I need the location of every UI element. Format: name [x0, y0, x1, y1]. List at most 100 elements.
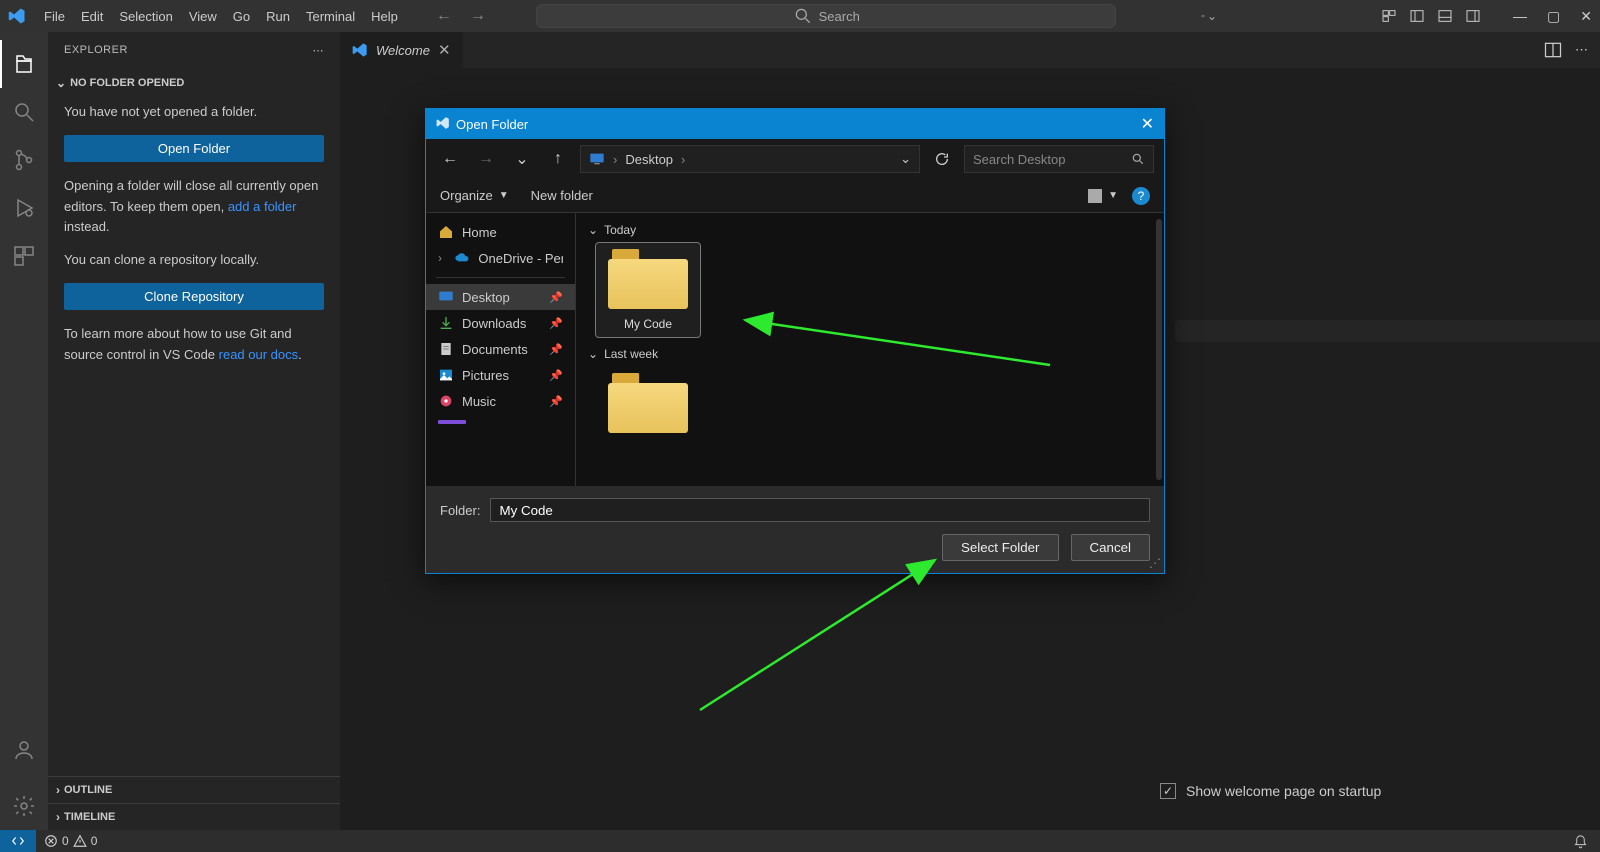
dlg-forward-icon[interactable]: →: [472, 145, 500, 173]
activity-settings[interactable]: [0, 782, 48, 830]
chevron-down-icon: ⌄: [588, 223, 598, 237]
tree-pictures[interactable]: Pictures 📌: [426, 362, 575, 388]
window-close-icon[interactable]: ✕: [1580, 8, 1592, 25]
sidebar-more-icon[interactable]: ⋯: [313, 44, 325, 57]
tree-music[interactable]: Music 📌: [426, 388, 575, 414]
folder-item-unnamed[interactable]: [596, 367, 700, 439]
activity-explorer[interactable]: [0, 40, 48, 88]
pin-icon: 📌: [549, 317, 563, 330]
dlg-recent-icon[interactable]: ⌄: [508, 145, 536, 173]
activity-search[interactable]: [0, 88, 48, 136]
closing-hint: Opening a folder will close all currentl…: [64, 176, 324, 238]
clone-repository-button[interactable]: Clone Repository: [64, 283, 324, 310]
panel-no-folder-title: NO FOLDER OPENED: [70, 77, 184, 89]
menu-run[interactable]: Run: [258, 5, 298, 28]
tab-more-icon[interactable]: ⋯: [1575, 40, 1588, 60]
breadcrumb-desktop[interactable]: Desktop: [625, 152, 673, 167]
add-folder-link[interactable]: add a folder: [228, 199, 297, 214]
new-folder-button[interactable]: New folder: [531, 188, 593, 203]
breadcrumb-sep-icon: ›: [681, 152, 685, 167]
address-dropdown-icon[interactable]: ⌄: [900, 151, 911, 167]
dialog-body: Home › OneDrive - Perso Desktop 📌 Downlo…: [426, 213, 1164, 486]
tree-pictures-label: Pictures: [462, 368, 509, 383]
activity-accounts[interactable]: [0, 726, 48, 774]
window-minimize-icon[interactable]: —: [1513, 8, 1527, 25]
timeline-label: TIMELINE: [64, 811, 115, 823]
window-maximize-icon[interactable]: ▢: [1547, 8, 1560, 25]
command-search[interactable]: Search: [536, 4, 1116, 28]
activity-run-debug[interactable]: [0, 184, 48, 232]
tree-downloads[interactable]: Downloads 📌: [426, 310, 575, 336]
panel-right-icon[interactable]: [1465, 8, 1481, 24]
status-problems[interactable]: 0 0: [36, 834, 105, 848]
dialog-tree: Home › OneDrive - Perso Desktop 📌 Downlo…: [426, 213, 576, 486]
dlg-search-field[interactable]: Search Desktop: [964, 145, 1154, 173]
dialog-close-icon[interactable]: ✕: [1141, 114, 1154, 134]
tab-bar: Welcome ✕ ⋯: [340, 32, 1600, 68]
desktop-icon: [438, 289, 454, 305]
panel-bottom-icon[interactable]: [1437, 8, 1453, 24]
tree-documents[interactable]: Documents 📌: [426, 336, 575, 362]
layout-customize-icon[interactable]: [1381, 8, 1397, 24]
organize-menu[interactable]: Organize▼: [440, 188, 509, 203]
tab-close-icon[interactable]: ✕: [438, 41, 451, 59]
open-folder-dialog: Open Folder ✕ ← → ⌄ ↑ › Desktop › ⌄ Sear…: [425, 108, 1165, 574]
activity-source-control[interactable]: [0, 136, 48, 184]
tree-onedrive[interactable]: › OneDrive - Perso: [426, 245, 575, 271]
panel-left-icon[interactable]: [1409, 8, 1425, 24]
split-editor-icon[interactable]: [1543, 40, 1563, 60]
select-folder-button[interactable]: Select Folder: [942, 534, 1059, 561]
group-today[interactable]: ⌄Today: [588, 223, 1152, 237]
location-desktop-icon: [589, 151, 605, 167]
menu-selection[interactable]: Selection: [111, 5, 180, 28]
status-notifications[interactable]: [1565, 834, 1600, 849]
menu-go[interactable]: Go: [225, 5, 258, 28]
menu-help[interactable]: Help: [363, 5, 406, 28]
nav-forward-icon[interactable]: →: [464, 5, 492, 27]
dialog-titlebar: Open Folder ✕: [426, 109, 1164, 139]
panel-timeline-header[interactable]: › TIMELINE: [48, 803, 340, 830]
activity-extensions[interactable]: [0, 232, 48, 280]
menu-edit[interactable]: Edit: [73, 5, 111, 28]
cloud-icon: [454, 250, 470, 266]
pin-icon: 📌: [549, 395, 563, 408]
copilot-icon[interactable]: ⌄: [1201, 8, 1217, 24]
dlg-address-bar[interactable]: › Desktop › ⌄: [580, 145, 920, 173]
folder-field-input[interactable]: [490, 498, 1150, 522]
menu-file[interactable]: File: [36, 5, 73, 28]
cancel-button[interactable]: Cancel: [1071, 534, 1151, 561]
read-docs-link[interactable]: read our docs: [219, 347, 299, 362]
menu-view[interactable]: View: [181, 5, 225, 28]
group-lastweek[interactable]: ⌄Last week: [588, 347, 1152, 361]
dlg-refresh-icon[interactable]: [928, 145, 956, 173]
dialog-nav-row: ← → ⌄ ↑ › Desktop › ⌄ Search Desktop: [426, 139, 1164, 179]
tab-label: Welcome: [376, 43, 430, 58]
view-mode-button[interactable]: ▼: [1088, 189, 1118, 203]
group-lastweek-label: Last week: [604, 347, 658, 361]
menu-terminal[interactable]: Terminal: [298, 5, 363, 28]
tree-desktop[interactable]: Desktop 📌: [426, 284, 575, 310]
folder-item-mycode[interactable]: My Code: [596, 243, 700, 337]
scrollbar[interactable]: [1156, 219, 1162, 480]
panel-outline-header[interactable]: ›OUTLINE: [48, 776, 340, 803]
help-icon[interactable]: ?: [1132, 187, 1150, 205]
dlg-search-placeholder: Search Desktop: [973, 152, 1066, 167]
sidebar-bottom-panels: ›OUTLINE › TIMELINE: [48, 776, 340, 830]
nav-back-icon[interactable]: ←: [430, 5, 458, 27]
resize-grip-icon[interactable]: ⋰: [1149, 556, 1161, 570]
tree-documents-label: Documents: [462, 342, 528, 357]
tab-actions: ⋯: [1543, 40, 1600, 60]
nav-history-group: ← →: [430, 5, 492, 27]
dlg-up-icon[interactable]: ↑: [544, 145, 572, 173]
panel-no-folder-header[interactable]: ⌄ NO FOLDER OPENED: [48, 72, 340, 94]
dialog-toolbar: Organize▼ New folder ▼ ?: [426, 179, 1164, 213]
breadcrumb-sep-icon: ›: [613, 152, 617, 167]
tab-welcome[interactable]: Welcome ✕: [340, 32, 464, 68]
document-icon: [438, 341, 454, 357]
open-folder-button[interactable]: Open Folder: [64, 135, 324, 162]
startup-checkbox[interactable]: ✓: [1160, 783, 1176, 799]
dlg-back-icon[interactable]: ←: [436, 145, 464, 173]
tree-home[interactable]: Home: [426, 219, 575, 245]
clone-hint: You can clone a repository locally.: [64, 250, 324, 271]
chevron-right-icon: ›: [56, 810, 60, 824]
